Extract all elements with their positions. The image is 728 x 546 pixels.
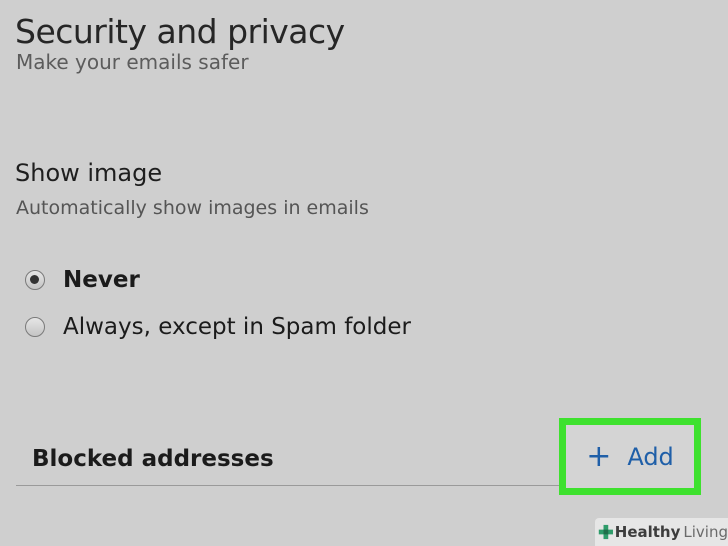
- add-highlight-box: + Add: [559, 418, 701, 495]
- page-subtitle: Make your emails safer: [16, 50, 249, 74]
- watermark-text-strong: Healthy: [614, 523, 681, 541]
- show-image-heading: Show image: [15, 159, 163, 187]
- radio-option-never[interactable]: Never: [25, 263, 140, 297]
- add-button-label: Add: [627, 442, 674, 471]
- add-blocked-address-button[interactable]: + Add: [586, 438, 674, 474]
- page-title: Security and privacy: [15, 12, 345, 51]
- radio-option-always-except-spam[interactable]: Always, except in Spam folder: [25, 310, 411, 344]
- plus-logo-icon: [598, 524, 613, 540]
- watermark: Healthy Living: [595, 518, 728, 546]
- radio-label: Always, except in Spam folder: [63, 314, 411, 340]
- blocked-addresses-label: Blocked addresses: [32, 446, 274, 472]
- show-image-description: Automatically show images in emails: [16, 197, 369, 219]
- radio-button-selected[interactable]: [25, 270, 45, 290]
- radio-label: Never: [63, 267, 140, 293]
- radio-button[interactable]: [25, 317, 45, 337]
- plus-icon: +: [586, 438, 612, 474]
- watermark-text-light: Living: [683, 523, 728, 541]
- divider: [16, 485, 596, 486]
